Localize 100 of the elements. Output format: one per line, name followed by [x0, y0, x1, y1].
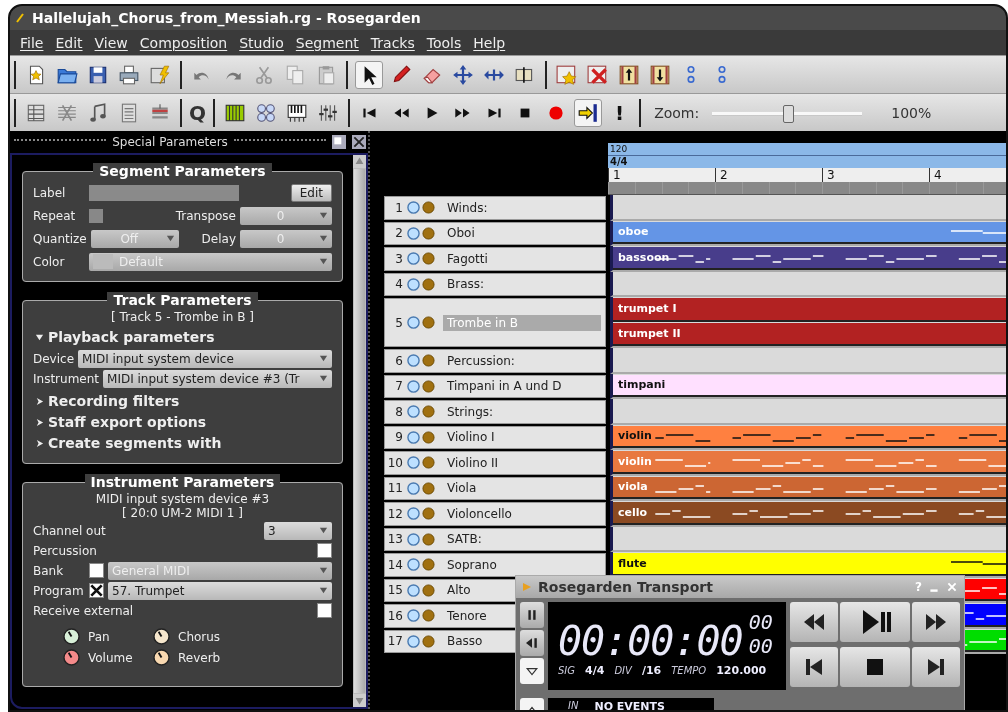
menu-item[interactable]: Tools	[426, 34, 462, 51]
segment[interactable]: trumpet I	[613, 298, 1006, 322]
field-label: Instrument	[33, 371, 100, 386]
track-name[interactable]: Timpani in A und D	[443, 378, 568, 395]
dropdown[interactable]: MIDI input system device	[78, 349, 332, 368]
track-name[interactable]: Winds:	[443, 199, 494, 216]
segment-label: cello	[617, 505, 648, 519]
track-header[interactable]: 8 Strings:	[384, 400, 606, 424]
quantize-button[interactable]: Q	[189, 100, 206, 125]
zoom-value: 100%	[891, 104, 932, 121]
segment-label: trumpet I	[617, 302, 677, 316]
menu-item[interactable]: Composition	[139, 34, 228, 51]
group-title: Segment Parameters	[93, 163, 272, 179]
track-lane[interactable]: trumpet I trumpet II	[610, 297, 1006, 348]
track-number: 8	[394, 404, 403, 419]
track-header[interactable]: 1 Winds:	[384, 196, 606, 220]
field-label: Quantize	[33, 231, 87, 246]
field-label: Label	[33, 185, 67, 200]
track-header[interactable]: 7 Timpani in A und D	[384, 374, 606, 398]
menu-item[interactable]: Segment	[295, 34, 359, 51]
lcd-value: 4/4	[585, 664, 605, 677]
track-name[interactable]: Alto	[443, 582, 477, 599]
group-title: Track Parameters	[107, 292, 258, 308]
track-header[interactable]: 11 Viola	[384, 476, 606, 500]
field-label: Color	[33, 254, 66, 269]
knob-label: Chorus	[178, 629, 221, 644]
track-header[interactable]: 6 Percussion:	[384, 349, 606, 373]
field-label: Channel out	[33, 523, 106, 538]
knob-label: Volume	[88, 650, 133, 665]
field-label: Bank	[33, 563, 65, 578]
segment-label: viola	[617, 480, 648, 494]
track-number: 1	[394, 200, 403, 215]
track-number: 14	[386, 557, 403, 572]
lcd-label: IN	[568, 700, 579, 710]
panic-button[interactable]: !	[607, 100, 633, 125]
track-number: 9	[394, 430, 403, 445]
menu-item[interactable]: Tracks	[370, 34, 415, 51]
menu-item[interactable]: Help	[473, 34, 506, 51]
dock-title: Special Parameters	[112, 135, 228, 149]
track-header[interactable]: 4 Brass:	[384, 272, 606, 296]
track-name[interactable]: Percussion:	[443, 352, 521, 369]
field-label: Repeat	[33, 208, 77, 223]
field-label: Device	[33, 351, 75, 366]
device-name: MIDI input system device #3	[94, 492, 271, 506]
track-name[interactable]: Brass:	[443, 276, 491, 293]
track-number: 13	[386, 532, 403, 547]
window-title: Hallelujah_Chorus_from_Messiah.rg - Rosegarden	[32, 10, 421, 26]
track-number: 3	[394, 251, 403, 266]
segment-label: bassoon	[617, 250, 670, 264]
track-header[interactable]: 3 Fagotti	[384, 247, 606, 271]
track-name[interactable]: Violino II	[443, 454, 505, 471]
track-header[interactable]: 12 Violoncello	[384, 502, 606, 526]
track-number: 17	[386, 634, 403, 649]
lcd-value: NO EVENTS	[594, 700, 665, 710]
program-dropdown[interactable]: 57. Trumpet	[108, 581, 332, 600]
group-title: Instrument Parameters	[84, 474, 281, 490]
field-label: Program	[33, 583, 85, 598]
track-name[interactable]: Oboi	[443, 225, 481, 242]
track-name[interactable]: Soprano	[443, 556, 503, 573]
segment-label: violin	[617, 429, 652, 443]
track-name[interactable]: Basso	[443, 633, 489, 650]
lcd-value: 120.000	[716, 664, 767, 677]
track-header[interactable]: 13 SATB:	[384, 527, 606, 551]
field-label: Delay	[201, 231, 236, 246]
track-number: 4	[394, 277, 403, 292]
track-name[interactable]: Violino I	[443, 429, 501, 446]
track-header[interactable]: 5 Trombe in B	[384, 298, 606, 347]
track-header[interactable]: 10 Violino II	[384, 451, 606, 475]
menu-item[interactable]: Edit	[55, 34, 83, 51]
tempo-ruler[interactable]: 120	[608, 143, 1006, 156]
track-name[interactable]: SATB:	[443, 531, 488, 548]
field-label: Receive external	[33, 603, 134, 618]
track-name[interactable]: Tenore	[443, 607, 493, 624]
track-name[interactable]: Fagotti	[443, 250, 494, 267]
track-number: 12	[386, 506, 403, 521]
track-name[interactable]: Violoncello	[443, 505, 518, 522]
track-header[interactable]: 9 Violino I	[384, 425, 606, 449]
dropdown[interactable]: MIDI input system device #3 (Tr	[103, 369, 332, 388]
segment-label: trumpet II	[617, 326, 681, 340]
segment[interactable]: trumpet II	[613, 322, 1006, 346]
track-header[interactable]: 2 Oboi	[384, 221, 606, 245]
sub-time-readout: 00 00	[748, 610, 774, 658]
segment-label: timpani	[617, 378, 666, 392]
track-name[interactable]: Viola	[443, 480, 483, 497]
segment-label: violin	[617, 454, 652, 468]
menu-item[interactable]: View	[94, 34, 128, 51]
menu-item[interactable]: File	[20, 34, 44, 51]
track-header[interactable]: 14 Soprano	[384, 553, 606, 577]
track-number: 5	[394, 315, 403, 330]
menu-item[interactable]: Studio	[239, 34, 284, 51]
knob-label: Reverb	[178, 650, 221, 665]
lcd-label: SIG	[558, 665, 576, 676]
track-number: 2	[394, 226, 403, 241]
zoom-label: Zoom:	[654, 104, 700, 121]
knob-label: Pan	[88, 629, 110, 644]
track-name[interactable]: Strings:	[443, 403, 500, 420]
time-signature-ruler[interactable]: 4/4	[608, 156, 1006, 168]
field-label: Percussion	[33, 543, 97, 558]
channel-dropdown[interactable]: 3	[264, 521, 332, 540]
track-number: 16	[386, 608, 403, 623]
